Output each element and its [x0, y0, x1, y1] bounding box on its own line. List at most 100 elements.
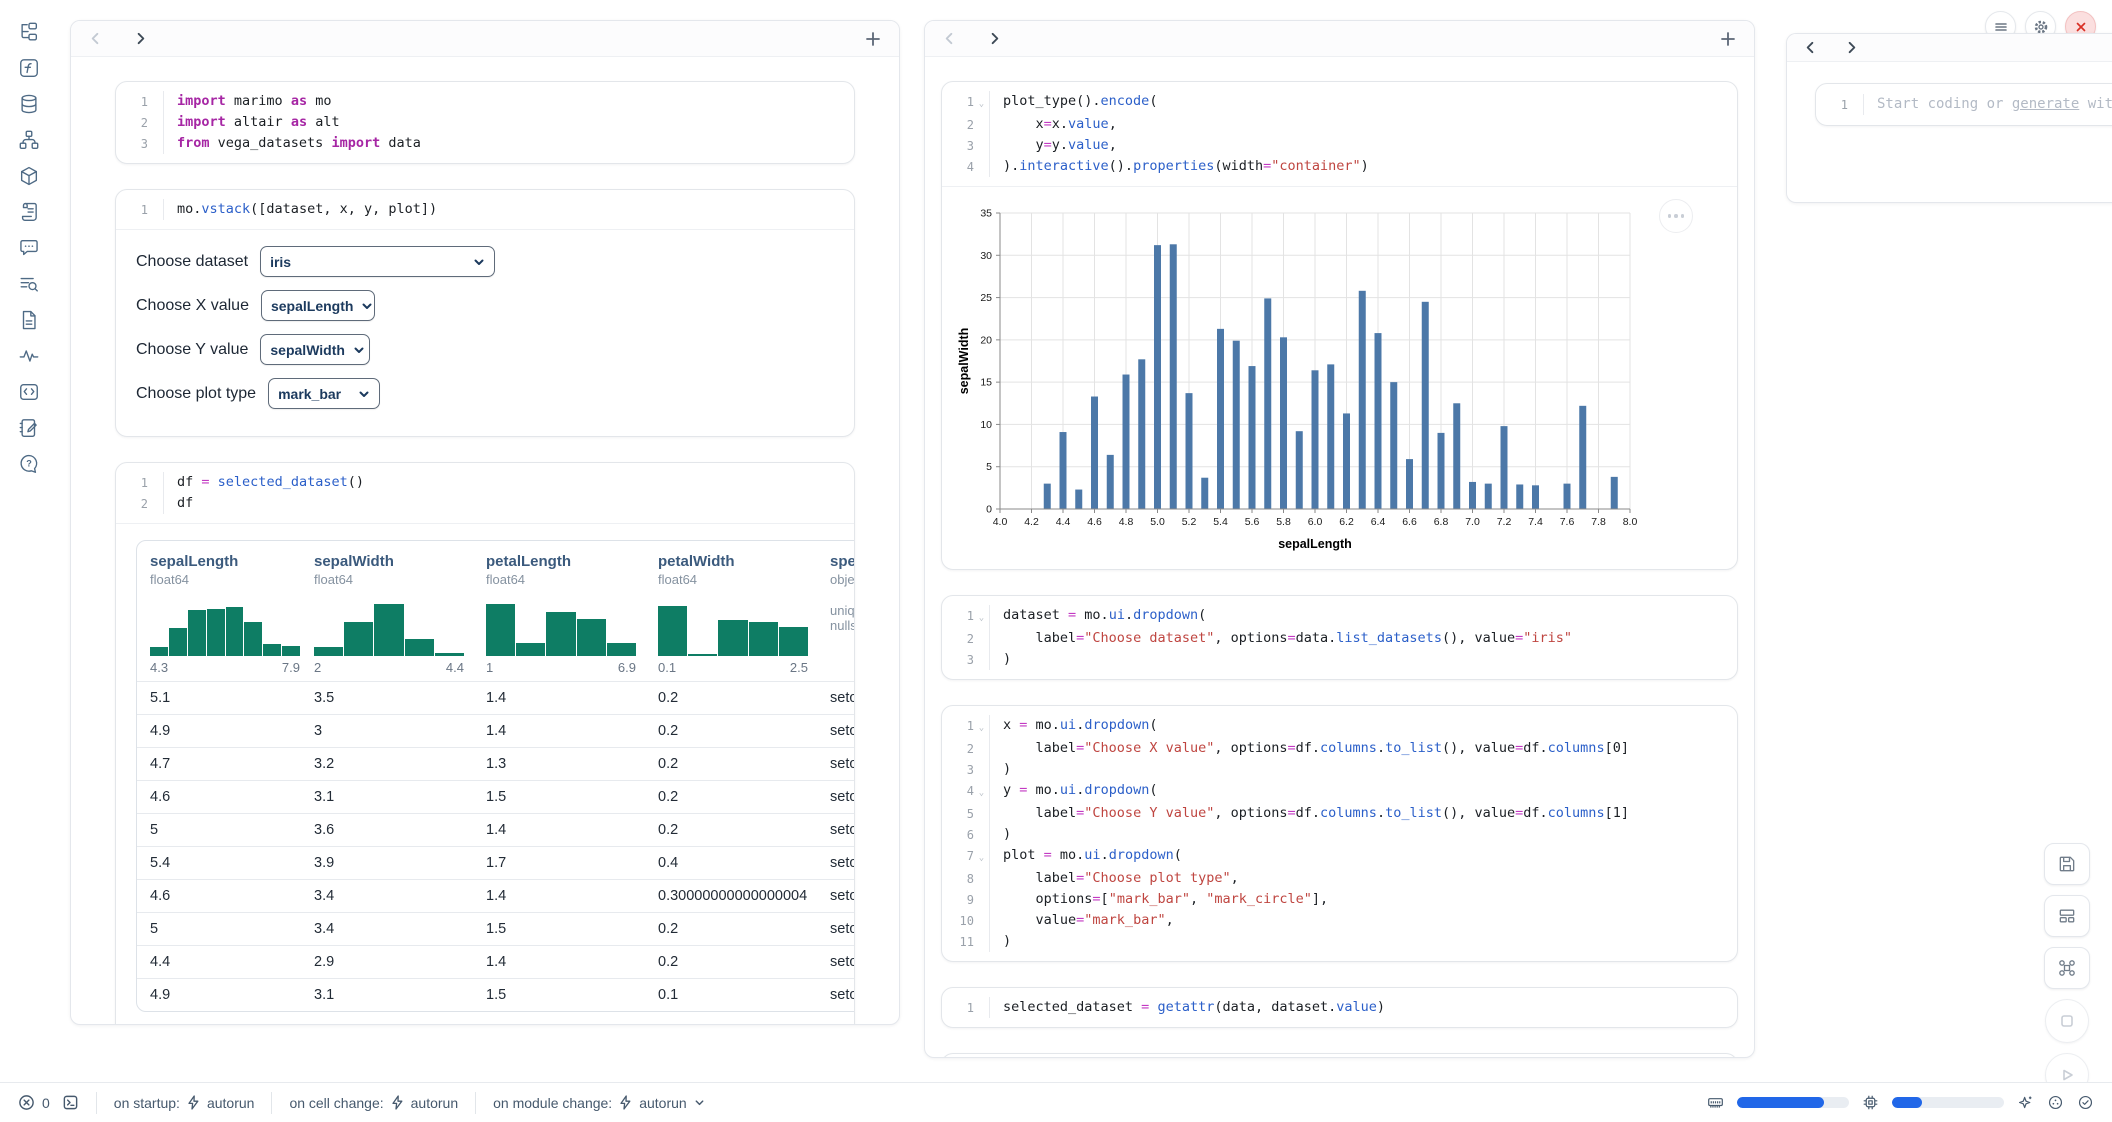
keyboard-shortcuts-button[interactable]: [2044, 947, 2090, 989]
chevron-right-icon[interactable]: [133, 31, 148, 46]
code-line[interactable]: 7⌄plot = mo.ui.dropdown(: [942, 845, 1737, 868]
table-cell: 1.3: [473, 756, 645, 772]
sidebar-item-functions[interactable]: [17, 56, 41, 80]
code-line[interactable]: 10 value="mark_bar",: [942, 910, 1737, 931]
ai-assist-button[interactable]: [2017, 1094, 2034, 1111]
plot-type-cell[interactable]: 1plot_type = getattr(alt.Chart(df), plot…: [941, 1053, 1738, 1058]
runtime-config-2[interactable]: on module change:autorun: [493, 1095, 705, 1111]
add-column-icon[interactable]: [1719, 30, 1737, 48]
choose-plot-type-select[interactable]: mark_bar: [268, 378, 380, 409]
dataframe-cell[interactable]: 1df = selected_dataset()2df sepalLengthf…: [115, 462, 855, 1025]
runtime-config-0[interactable]: on startup:autorun: [114, 1095, 255, 1111]
code-line[interactable]: 1selected_dataset = getattr(data, datase…: [942, 997, 1737, 1018]
code-line[interactable]: 1mo.vstack([dataset, x, y, plot]): [116, 199, 854, 220]
cloud-button[interactable]: [2047, 1094, 2064, 1111]
column-header-sepalLength[interactable]: sepalLengthfloat644.37.9: [137, 553, 301, 675]
table-row[interactable]: 53.41.50.2setos: [137, 912, 855, 945]
code-line[interactable]: 9 options=["mark_bar", "mark_circle"],: [942, 889, 1737, 910]
xy-plot-dropdowns-cell[interactable]: 1⌄x = mo.ui.dropdown(2 label="Choose X v…: [941, 705, 1738, 962]
code-line[interactable]: 1df = selected_dataset(): [116, 472, 854, 493]
chevron-right-icon[interactable]: [1844, 40, 1859, 55]
selected-dataset-cell[interactable]: 1selected_dataset = getattr(data, datase…: [941, 987, 1738, 1028]
code-line[interactable]: 1⌄dataset = mo.ui.dropdown(: [942, 605, 1737, 628]
code-line[interactable]: 2 x=x.value,: [942, 114, 1737, 135]
column-header-sepalWidth[interactable]: sepalWidthfloat6424.4: [301, 553, 473, 675]
empty-code-cell[interactable]: 1 Start coding or generate with: [1815, 83, 2112, 126]
collapse-caret-icon[interactable]: ⌄: [974, 91, 989, 114]
code-line[interactable]: 2import altair as alt: [116, 112, 854, 133]
code-line[interactable]: 1⌄x = mo.ui.dropdown(: [942, 715, 1737, 738]
code-line[interactable]: 11): [942, 931, 1737, 952]
table-row[interactable]: 5.43.91.70.4setos: [137, 846, 855, 879]
bar-chart[interactable]: 4.04.24.44.64.85.05.25.45.65.86.06.26.46…: [956, 203, 1737, 555]
imports-cell[interactable]: 1import marimo as mo2import altair as al…: [115, 81, 855, 164]
column-header-speci[interactable]: speciobjecuniqunulls:: [817, 553, 855, 675]
code-line[interactable]: 4).interactive().properties(width="conta…: [942, 156, 1737, 177]
vstack-cell[interactable]: 1mo.vstack([dataset, x, y, plot]) Choose…: [115, 189, 855, 437]
chevron-left-icon[interactable]: [88, 31, 103, 46]
chevron-left-icon[interactable]: [942, 31, 957, 46]
sidebar-item-logs[interactable]: [17, 200, 41, 224]
code-line[interactable]: 1import marimo as mo: [116, 91, 854, 112]
collapse-caret-icon[interactable]: ⌄: [974, 780, 989, 803]
choose-y-value-select[interactable]: sepalWidth: [260, 334, 370, 365]
choose-x-value-select[interactable]: sepalLength: [261, 290, 375, 321]
code-line[interactable]: 2 label="Choose X value", options=df.col…: [942, 738, 1737, 759]
sidebar-item-notebook[interactable]: [17, 416, 41, 440]
column-header-petalLength[interactable]: petalLengthfloat6416.9: [473, 553, 645, 675]
chart-cell[interactable]: 1⌄plot_type().encode(2 x=x.value,3 y=y.v…: [941, 81, 1738, 570]
sidebar-item-scratchpad[interactable]: [17, 380, 41, 404]
code-line[interactable]: 8 label="Choose plot type",: [942, 868, 1737, 889]
chevron-right-icon[interactable]: [987, 31, 1002, 46]
documentation-icon: [18, 273, 40, 295]
code-line[interactable]: 3): [942, 759, 1737, 780]
stop-button[interactable]: [2045, 999, 2089, 1043]
chart-options-button[interactable]: [1659, 199, 1693, 233]
add-column-icon[interactable]: [864, 30, 882, 48]
sidebar-item-documentation[interactable]: [17, 272, 41, 296]
table-row[interactable]: 4.93.11.50.1setos: [137, 978, 855, 1011]
sidebar-item-snippets[interactable]: [17, 308, 41, 332]
code-line[interactable]: 2 label="Choose dataset", options=data.l…: [942, 628, 1737, 649]
sidebar-item-tracing[interactable]: [17, 344, 41, 368]
code-line[interactable]: 5 label="Choose Y value", options=df.col…: [942, 803, 1737, 824]
sidebar-item-help[interactable]: ?: [17, 452, 41, 476]
table-row[interactable]: 5.13.51.40.2setos: [137, 681, 855, 714]
error-indicator[interactable]: 0: [18, 1094, 50, 1111]
table-row[interactable]: 4.42.91.40.2setos: [137, 945, 855, 978]
sidebar-item-dependency-graph[interactable]: [17, 128, 41, 152]
code-line[interactable]: 3): [942, 649, 1737, 670]
choose-dataset-select[interactable]: iris: [260, 246, 495, 277]
histogram-range: 24.4: [314, 660, 464, 675]
column-header-petalWidth[interactable]: petalWidthfloat640.12.5: [645, 553, 817, 675]
code-line[interactable]: 3 y=y.value,: [942, 135, 1737, 156]
dataset-dropdown-cell[interactable]: 1⌄dataset = mo.ui.dropdown(2 label="Choo…: [941, 595, 1738, 680]
code-line[interactable]: 3from vega_datasets import data: [116, 133, 854, 154]
sidebar-item-chat[interactable]: [17, 236, 41, 260]
table-row[interactable]: 4.931.40.2setos: [137, 714, 855, 747]
table-row[interactable]: 4.73.21.30.2setos: [137, 747, 855, 780]
layout-button[interactable]: [2044, 895, 2090, 937]
code-line[interactable]: 2df: [116, 493, 854, 514]
sidebar-item-packages[interactable]: [17, 164, 41, 188]
connection-status-button[interactable]: [2077, 1094, 2094, 1111]
sidebar-item-datasources[interactable]: [17, 92, 41, 116]
terminal-button[interactable]: [62, 1094, 79, 1111]
sidebar-item-file-explorer[interactable]: [17, 20, 41, 44]
code-line[interactable]: 6): [942, 824, 1737, 845]
table-cell: 3.1: [301, 789, 473, 805]
code-line[interactable]: 4⌄y = mo.ui.dropdown(: [942, 780, 1737, 803]
collapse-caret-icon[interactable]: ⌄: [974, 605, 989, 628]
table-row[interactable]: 4.63.41.40.30000000000000004setos: [137, 879, 855, 912]
chevron-left-icon[interactable]: [1803, 40, 1818, 55]
table-row[interactable]: 4.63.11.50.2setos: [137, 780, 855, 813]
table-row[interactable]: 53.61.40.2setos: [137, 813, 855, 846]
runtime-config-1[interactable]: on cell change:autorun: [289, 1095, 458, 1111]
code-placeholder[interactable]: Start coding or generate with: [1863, 94, 2112, 115]
code-line[interactable]: 1⌄plot_type().encode(: [942, 91, 1737, 114]
line-number: 3: [942, 759, 974, 780]
collapse-caret-icon[interactable]: ⌄: [974, 715, 989, 738]
generate-link[interactable]: generate: [2012, 96, 2079, 112]
collapse-caret-icon[interactable]: ⌄: [974, 845, 989, 868]
save-button[interactable]: [2044, 843, 2090, 885]
